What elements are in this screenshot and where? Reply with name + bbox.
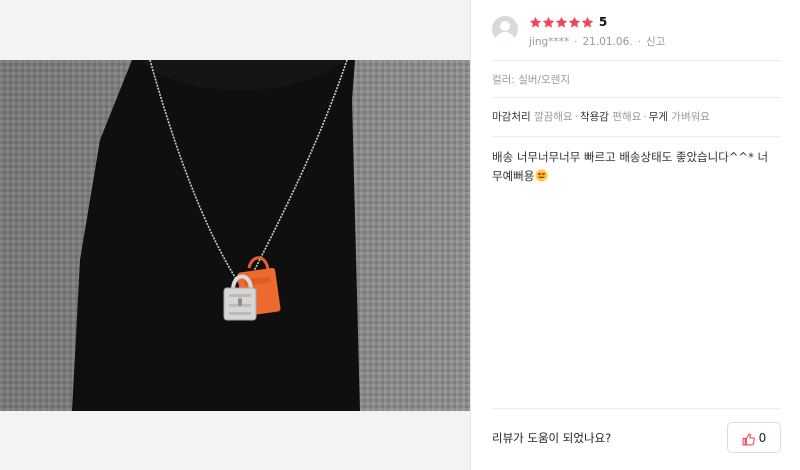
attribute-value: 깔끔해요: [533, 111, 573, 123]
report-link[interactable]: 신고: [646, 34, 665, 49]
review-detail-panel: 5 jing**** · 21.01.06. · 신고 컬러: 실버/오렌지 마…: [471, 0, 800, 470]
attribute-name: 착용감: [579, 111, 609, 123]
reviewer-name: jing****: [529, 35, 570, 48]
star-icon: [581, 16, 594, 29]
rating-stars: 5: [529, 15, 607, 29]
star-icon: [529, 16, 542, 29]
section-divider: [492, 136, 781, 137]
section-divider: [492, 408, 781, 409]
like-count: 0: [758, 430, 767, 445]
attribute-value: 가벼워요: [671, 111, 710, 123]
avatar-icon: [492, 16, 518, 42]
attribute-name: 마감처리: [492, 111, 531, 123]
meta-separator: ·: [574, 35, 578, 48]
review-meta: jing**** · 21.01.06. · 신고: [529, 34, 665, 49]
attribute-separator: ·: [574, 111, 578, 123]
review-date: 21.01.06.: [582, 35, 633, 48]
helpful-like-button[interactable]: 0: [727, 422, 781, 453]
section-divider: [492, 60, 781, 61]
attribute-value: 편해요: [612, 111, 642, 123]
review-photo-panel: [0, 0, 470, 470]
review-photo[interactable]: [0, 60, 470, 411]
section-divider: [492, 97, 781, 98]
helpful-question: 리뷰가 도움이 되었나요?: [492, 431, 612, 445]
star-icon: [542, 16, 555, 29]
thumbs-up-icon: [742, 431, 755, 446]
necklace-photo-image: [0, 60, 470, 411]
review-attributes: 마감처리 깔끔해요 · 착용감 편해요 · 무게 가벼워요: [492, 109, 710, 124]
review-text: 배송 너무너무너무 빠르고 배송상태도 좋았습니다^^* 너무예뻐용: [492, 150, 769, 183]
star-icon: [568, 16, 581, 29]
attribute-separator: ·: [643, 111, 647, 123]
attribute-name: 무게: [648, 111, 668, 123]
review-content: 배송 너무너무너무 빠르고 배송상태도 좋았습니다^^* 너무예뻐용: [492, 148, 777, 186]
purchased-option: 컬러: 실버/오렌지: [492, 74, 571, 86]
rating-score: 5: [598, 15, 608, 29]
star-icon: [555, 16, 568, 29]
meta-separator: ·: [637, 35, 641, 48]
heart-eyes-emoji-icon: [535, 169, 548, 182]
